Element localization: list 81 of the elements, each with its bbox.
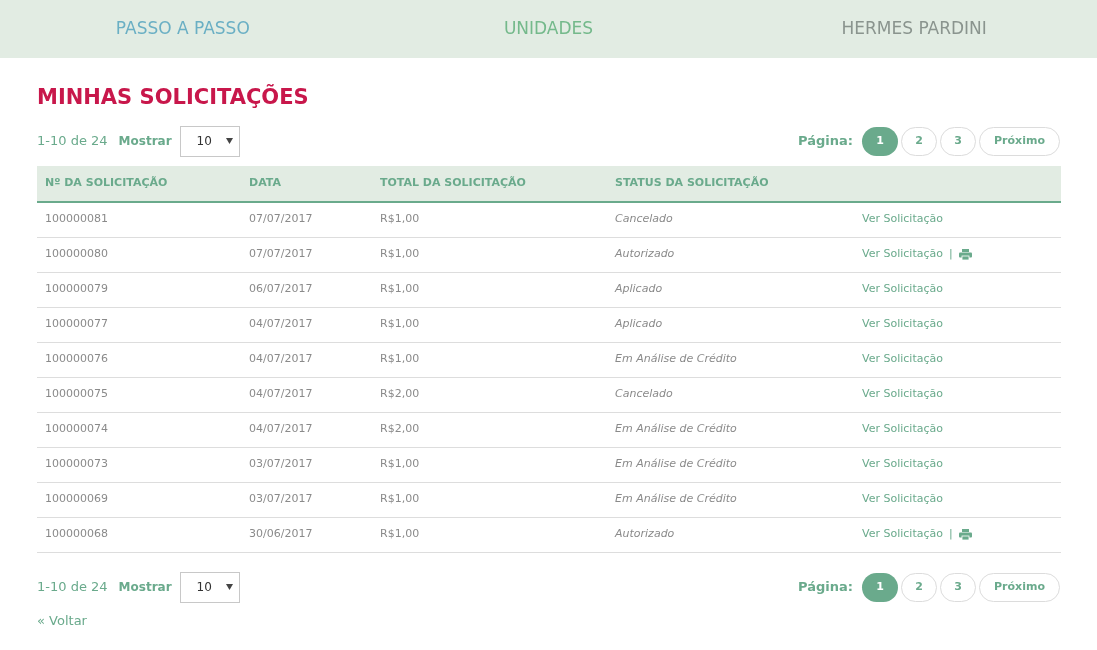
range-text: 1-10 de 24 bbox=[37, 132, 108, 151]
table-cell-text: 100000069 bbox=[45, 491, 109, 508]
status-cell-text: Autorizado bbox=[615, 246, 676, 263]
table-cell-text: 100000077 bbox=[45, 316, 109, 333]
next-button[interactable]: Próximo bbox=[979, 126, 1060, 156]
table-cell-text: R$1,00 bbox=[380, 281, 421, 298]
page-label: Página: bbox=[798, 132, 854, 151]
table-cell-text: R$2,00 bbox=[380, 421, 421, 438]
back-link[interactable]: « Voltar bbox=[37, 610, 1060, 630]
table-cell-text: 07/07/2017 bbox=[249, 211, 314, 228]
table-cell-text: 03/07/2017 bbox=[249, 456, 314, 473]
page-button[interactable]: 1 bbox=[862, 126, 899, 156]
table-cell-text: 100000068 bbox=[45, 526, 109, 543]
table-cell-text: R$2,00 bbox=[380, 386, 421, 403]
separator-text: | bbox=[948, 246, 953, 263]
status-cell-text: Em Análise de Crédito bbox=[615, 456, 738, 473]
table-cell-text: 100000080 bbox=[45, 246, 109, 263]
table-cell-text: 100000081 bbox=[45, 211, 109, 228]
range-text: 1-10 de 24 bbox=[37, 578, 108, 597]
view-request-link[interactable]: Ver Solicitação bbox=[862, 421, 943, 438]
table-cell-text: R$1,00 bbox=[380, 526, 421, 543]
nav-link[interactable]: HERMES PARDINI bbox=[731, 16, 1097, 42]
column-header: DATA bbox=[249, 174, 282, 191]
nav-link[interactable]: PASSO A PASSO bbox=[0, 16, 366, 42]
view-request-link[interactable]: Ver Solicitação bbox=[862, 351, 943, 368]
view-request-link[interactable]: Ver Solicitação bbox=[862, 316, 943, 333]
printer-icon[interactable] bbox=[958, 529, 972, 540]
caret-icon bbox=[225, 138, 233, 144]
next-button[interactable]: Próximo bbox=[979, 572, 1060, 602]
table-cell-text: 100000076 bbox=[45, 351, 109, 368]
caret-icon bbox=[225, 584, 233, 590]
view-request-link[interactable]: Ver Solicitação bbox=[862, 281, 943, 298]
table-cell-text: 100000079 bbox=[45, 281, 109, 298]
table-cell-text: 100000075 bbox=[45, 386, 109, 403]
status-cell-text: Aplicado bbox=[615, 316, 664, 333]
status-cell-text: Autorizado bbox=[615, 526, 676, 543]
table-cell-text: R$1,00 bbox=[380, 456, 421, 473]
table-cell-text: 04/07/2017 bbox=[249, 386, 314, 403]
table-cell-text: 03/07/2017 bbox=[249, 491, 314, 508]
status-cell-text: Em Análise de Crédito bbox=[615, 351, 738, 368]
table-cell-text: 04/07/2017 bbox=[249, 316, 314, 333]
per-page-select[interactable]: 10 bbox=[179, 125, 240, 157]
page-title: MINHAS SOLICITAÇÕES bbox=[37, 83, 310, 111]
column-header: TOTAL DA SOLICITAÇÃO bbox=[380, 174, 527, 191]
page-button[interactable]: 1 bbox=[862, 572, 899, 602]
nav-link[interactable]: UNIDADES bbox=[365, 16, 732, 42]
table-cell-text: 06/07/2017 bbox=[249, 281, 314, 298]
table-cell-text: R$1,00 bbox=[380, 316, 421, 333]
status-cell-text: Aplicado bbox=[615, 281, 664, 298]
table-cell-text: 07/07/2017 bbox=[249, 246, 314, 263]
printer-icon[interactable] bbox=[958, 249, 972, 260]
page-label: Página: bbox=[798, 578, 854, 597]
view-request-link[interactable]: Ver Solicitação bbox=[862, 456, 943, 473]
view-request-link[interactable]: Ver Solicitação bbox=[862, 491, 943, 508]
status-cell-text: Cancelado bbox=[615, 211, 674, 228]
table-cell-text: R$1,00 bbox=[380, 351, 421, 368]
table-cell-text: 100000074 bbox=[45, 421, 109, 438]
separator-text: | bbox=[948, 526, 953, 543]
per-page-select[interactable]: 10 bbox=[179, 571, 240, 603]
status-cell-text: Em Análise de Crédito bbox=[615, 421, 738, 438]
table-cell-text: 30/06/2017 bbox=[249, 526, 314, 543]
page-button[interactable]: 2 bbox=[901, 126, 938, 156]
status-cell-text: Cancelado bbox=[615, 386, 674, 403]
table-cell-text: 04/07/2017 bbox=[249, 421, 314, 438]
table-cell-text: 04/07/2017 bbox=[249, 351, 314, 368]
table-cell-text: R$1,00 bbox=[380, 246, 421, 263]
page-button[interactable]: 2 bbox=[901, 572, 938, 602]
table-cell-text: 100000073 bbox=[45, 456, 109, 473]
page-button[interactable]: 3 bbox=[940, 126, 977, 156]
column-header: Nº DA SOLICITAÇÃO bbox=[45, 174, 169, 191]
page-button[interactable]: 3 bbox=[940, 572, 977, 602]
show-label: Mostrar bbox=[118, 133, 172, 150]
column-header: STATUS DA SOLICITAÇÃO bbox=[615, 174, 770, 191]
show-label: Mostrar bbox=[118, 579, 172, 596]
view-request-link[interactable]: Ver Solicitação bbox=[862, 526, 943, 543]
table-cell-text: R$1,00 bbox=[380, 491, 421, 508]
status-cell-text: Em Análise de Crédito bbox=[615, 491, 738, 508]
table-cell-text: R$1,00 bbox=[380, 211, 421, 228]
view-request-link[interactable]: Ver Solicitação bbox=[862, 386, 943, 403]
view-request-link[interactable]: Ver Solicitação bbox=[862, 246, 943, 263]
view-request-link[interactable]: Ver Solicitação bbox=[862, 211, 943, 228]
